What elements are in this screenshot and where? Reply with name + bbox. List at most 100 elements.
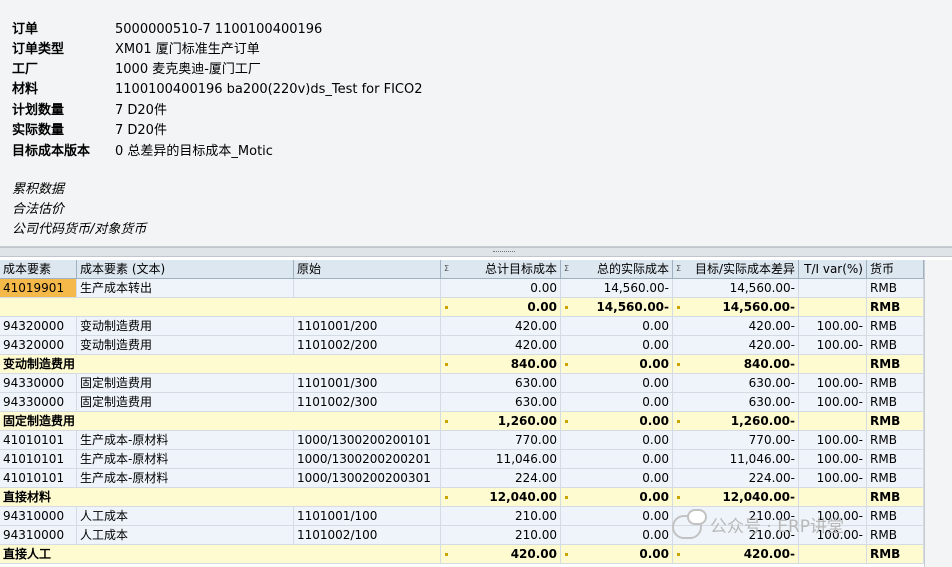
subtotal-row[interactable]: 固定制造费用 1,260.00 0.00 1,260.00- RMB (0, 412, 924, 431)
table-cell[interactable]: RMB (867, 355, 924, 373)
table-cell[interactable]: 420.00 (441, 317, 561, 335)
table-cell[interactable]: 12,040.00- (673, 488, 799, 506)
table-cell[interactable]: 生产成本-原材料 (77, 469, 294, 487)
column-header[interactable]: Σ 总的实际成本 (561, 260, 673, 278)
table-cell[interactable]: 94310000 (0, 507, 77, 525)
table-cell[interactable]: 0.00 (561, 374, 673, 392)
table-cell[interactable] (294, 279, 441, 297)
table-cell[interactable]: 420.00 (441, 545, 561, 563)
table-cell[interactable]: 41010101 (0, 450, 77, 468)
table-cell[interactable]: 420.00- (673, 336, 799, 354)
table-cell[interactable]: 固定制造费用 (77, 374, 294, 392)
table-cell[interactable]: 41019901 (0, 279, 77, 297)
table-cell[interactable]: 生产成本-原材料 (77, 450, 294, 468)
table-cell[interactable]: 100.00- (799, 374, 867, 392)
table-cell[interactable]: 41010101 (0, 431, 77, 449)
table-cell[interactable]: 94330000 (0, 374, 77, 392)
table-cell[interactable]: RMB (867, 450, 924, 468)
column-header[interactable]: T/I var(%) (799, 260, 867, 278)
subtotal-row[interactable]: 0.00 14,560.00- 14,560.00- RMB (0, 298, 924, 317)
table-cell[interactable]: 1101002/100 (294, 526, 441, 544)
table-cell[interactable]: 420.00- (673, 545, 799, 563)
table-cell[interactable]: 固定制造费用 (77, 393, 294, 411)
table-cell[interactable]: 210.00 (441, 526, 561, 544)
table-cell[interactable]: 生产成本转出 (77, 279, 294, 297)
table-cell[interactable]: 0.00 (561, 469, 673, 487)
table-cell[interactable]: 11,046.00 (441, 450, 561, 468)
table-cell[interactable]: 1101001/200 (294, 317, 441, 335)
table-cell[interactable] (799, 355, 867, 373)
table-row[interactable]: 41010101 生产成本-原材料 1000/1300200200301 224.00… (0, 469, 924, 488)
table-cell[interactable]: 94310000 (0, 526, 77, 544)
table-cell[interactable]: 840.00- (673, 355, 799, 373)
table-cell[interactable]: RMB (867, 431, 924, 449)
table-cell[interactable]: 0.00 (561, 507, 673, 525)
table-cell[interactable]: 0.00 (441, 298, 561, 316)
table-row[interactable]: 94330000 固定制造费用 1101002/300 630.00 0.00 630.0… (0, 393, 924, 412)
table-cell[interactable]: 94330000 (0, 393, 77, 411)
table-cell[interactable]: RMB (867, 279, 924, 297)
table-cell[interactable]: 0.00 (561, 526, 673, 544)
table-cell[interactable]: 直接人工 (0, 545, 441, 563)
table-cell[interactable]: 0.00 (561, 336, 673, 354)
table-cell[interactable]: 1101001/100 (294, 507, 441, 525)
table-cell[interactable]: 94320000 (0, 336, 77, 354)
table-row[interactable]: 94330000 固定制造费用 1101001/300 630.00 0.00 630.0… (0, 374, 924, 393)
table-cell[interactable]: 630.00- (673, 393, 799, 411)
table-cell[interactable]: RMB (867, 488, 924, 506)
table-cell[interactable]: 0.00 (561, 355, 673, 373)
table-cell[interactable]: RMB (867, 393, 924, 411)
table-cell[interactable]: RMB (867, 298, 924, 316)
table-cell[interactable] (799, 488, 867, 506)
table-cell[interactable]: 1000/1300200200101 (294, 431, 441, 449)
table-cell[interactable]: RMB (867, 507, 924, 525)
table-cell[interactable]: 100.00- (799, 393, 867, 411)
table-cell[interactable] (799, 279, 867, 297)
table-cell[interactable]: 770.00 (441, 431, 561, 449)
table-cell[interactable]: 0.00 (561, 488, 673, 506)
column-header[interactable]: Σ 目标/实际成本差异 (673, 260, 799, 278)
table-row[interactable]: 94320000 变动制造费用 1101001/200 420.00 0.00 420.0… (0, 317, 924, 336)
table-cell[interactable]: 0.00 (561, 431, 673, 449)
table-cell[interactable]: 1000/1300200200301 (294, 469, 441, 487)
table-cell[interactable]: 224.00 (441, 469, 561, 487)
table-cell[interactable]: 0.00 (561, 412, 673, 430)
table-scroll-area[interactable] (924, 260, 952, 567)
table-cell[interactable]: RMB (867, 545, 924, 563)
table-cell[interactable]: 0.00 (561, 393, 673, 411)
table-cell[interactable]: 人工成本 (77, 526, 294, 544)
column-header[interactable]: 成本要素 (文本) (77, 260, 294, 278)
table-cell[interactable]: 生产成本-原材料 (77, 431, 294, 449)
table-cell[interactable]: 变动制造费用 (77, 317, 294, 335)
table-cell[interactable]: 1101001/300 (294, 374, 441, 392)
table-cell[interactable] (799, 545, 867, 563)
column-header[interactable]: 货币 (867, 260, 924, 278)
subtotal-row[interactable]: 直接材料 12,040.00 0.00 12,040.00- RMB (0, 488, 924, 507)
table-cell[interactable]: 100.00- (799, 336, 867, 354)
table-cell[interactable]: 14,560.00- (561, 279, 673, 297)
table-cell[interactable]: RMB (867, 469, 924, 487)
table-cell[interactable]: 224.00- (673, 469, 799, 487)
table-cell[interactable]: 630.00 (441, 393, 561, 411)
table-cell[interactable]: 1,260.00- (673, 412, 799, 430)
table-cell[interactable]: 变动制造费用 (77, 336, 294, 354)
table-row[interactable]: 41019901 生产成本转出 0.00 14,560.00- 14,560.00- RM… (0, 279, 924, 298)
table-cell[interactable]: 770.00- (673, 431, 799, 449)
table-row[interactable]: 94320000 变动制造费用 1101002/200 420.00 0.00 420.0… (0, 336, 924, 355)
table-cell[interactable]: RMB (867, 336, 924, 354)
table-cell[interactable]: 100.00- (799, 469, 867, 487)
column-header[interactable]: 成本要素 (0, 260, 77, 278)
table-cell[interactable]: 94320000 (0, 317, 77, 335)
column-header[interactable]: 原始 (294, 260, 441, 278)
table-cell[interactable]: 210.00 (441, 507, 561, 525)
table-cell[interactable]: 14,560.00- (673, 298, 799, 316)
table-cell[interactable]: 14,560.00- (561, 298, 673, 316)
subtotal-row[interactable]: 变动制造费用 840.00 0.00 840.00- RMB (0, 355, 924, 374)
table-cell[interactable]: 100.00- (799, 317, 867, 335)
table-cell[interactable]: RMB (867, 317, 924, 335)
table-cell[interactable]: 0.00 (561, 545, 673, 563)
table-cell[interactable]: 420.00 (441, 336, 561, 354)
table-cell[interactable]: 420.00- (673, 317, 799, 335)
table-cell[interactable]: 固定制造费用 (0, 412, 441, 430)
subtotal-row[interactable]: 直接人工 420.00 0.00 420.00- RMB (0, 545, 924, 564)
